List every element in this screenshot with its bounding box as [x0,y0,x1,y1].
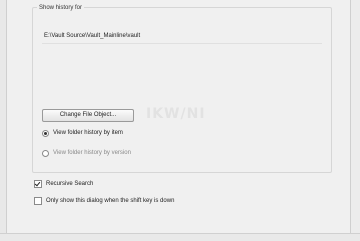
checkbox-label: Recursive Search [46,181,94,187]
recursive-search-checkbox[interactable]: Recursive Search [34,180,93,188]
radio-folder-history-by-version[interactable]: View folder history by version [42,149,131,157]
radio-label: View folder history by item [53,130,123,136]
watermark-logo: IKW/NI [146,106,206,122]
radio-label: View folder history by version [53,150,131,156]
left-window-edge [0,0,7,240]
checkbox-unchecked-icon[interactable] [34,197,42,205]
shift-key-only-checkbox[interactable]: Only show this dialog when the shift key… [34,197,174,205]
checkbox-label: Only show this dialog when the shift key… [46,198,175,204]
checkbox-checked-icon[interactable] [34,180,42,188]
radio-unselected-icon[interactable] [42,149,49,157]
history-path: E:\Vault Source\Vault_Mainline\vault [44,33,141,39]
path-divider [42,43,322,44]
radio-selected-icon[interactable] [42,129,49,137]
change-file-object-button[interactable]: Change File Object... [42,109,134,122]
radio-folder-history-by-item[interactable]: View folder history by item [42,129,123,137]
right-window-edge [350,0,360,240]
history-dialog: Show history for E:\Vault Source\Vault_M… [0,0,360,241]
group-title: Show history for [37,5,85,11]
